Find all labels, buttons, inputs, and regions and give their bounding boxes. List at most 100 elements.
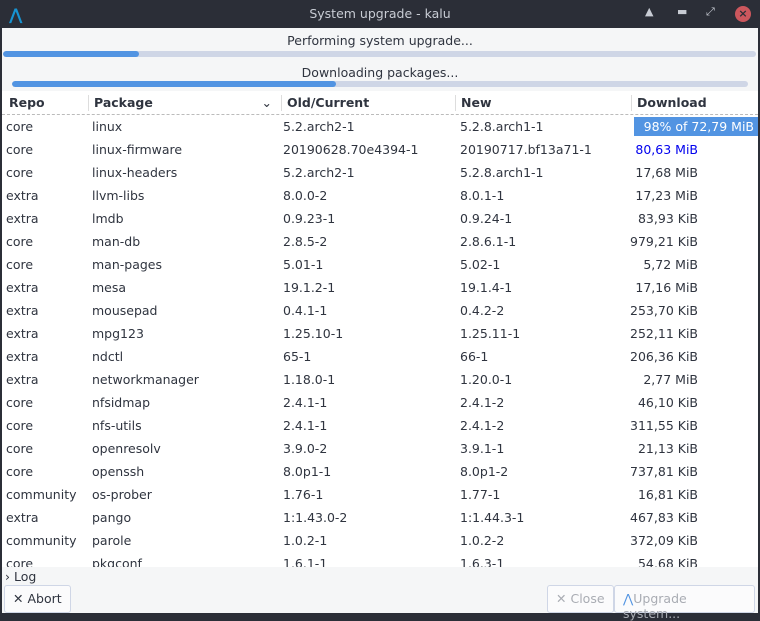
old-version-cell: 65-1 [283,349,312,364]
old-version-cell: 5.01-1 [283,257,324,272]
close-button[interactable]: ✕ Close [547,585,614,613]
upgrade-system-button[interactable]: ⋀Upgrade system... [614,585,755,621]
download-cell: 979,21 KiB [630,234,698,249]
old-version-cell: 2.8.5-2 [283,234,328,249]
table-row[interactable]: core linux-headers 5.2.arch2-1 5.2.8.arch1-… [2,161,758,184]
shade-icon[interactable]: ▲ [645,5,653,18]
old-version-cell: 20190628.70e4394-1 [283,142,419,157]
new-version-cell: 1:1.44.3-1 [460,510,525,525]
repo-cell: extra [6,211,39,226]
download-cell: 83,93 KiB [637,211,698,226]
new-version-cell: 2.8.6.1-1 [460,234,517,249]
new-version-cell: 0.4.2-2 [460,303,505,318]
package-cell: parole [92,533,132,548]
col-download[interactable]: Download [631,95,707,111]
package-cell: os-prober [92,487,152,502]
table-row[interactable]: extra pango 1:1.43.0-2 1:1.44.3-1 467,83 KiB [2,506,758,529]
sub-progress-bar [12,81,748,87]
old-version-cell: 2.4.1-1 [283,418,328,433]
new-version-cell: 19.1.4-1 [460,280,513,295]
package-cell: nfs-utils [92,418,142,433]
package-cell: man-db [92,234,141,249]
table-row[interactable]: extra lmdb 0.9.23-1 0.9.24-1 83,93 KiB [2,207,758,230]
x-icon: ✕ [556,591,567,606]
package-cell: lmdb [92,211,124,226]
new-version-cell: 1.0.2-2 [460,533,505,548]
download-cell: 17,16 MiB [635,280,698,295]
package-cell: linux-headers [92,165,178,180]
old-version-cell: 0.9.23-1 [283,211,336,226]
package-cell: pkgconf [92,556,142,567]
repo-cell: extra [6,303,39,318]
package-cell: linux [92,119,123,134]
table-row[interactable]: core linux 5.2.arch2-1 5.2.8.arch1-1 98% of … [2,115,758,138]
minimize-icon[interactable]: ▬ [677,5,687,18]
download-cell: 467,83 KiB [630,510,698,525]
old-version-cell: 1.25.10-1 [283,326,344,341]
new-version-cell: 1.20.0-1 [460,372,513,387]
log-expander[interactable]: › Log [5,569,36,584]
package-table: Repo Package ⌄ Old/Current New Download c… [2,91,758,567]
abort-button[interactable]: ✕ Abort [4,585,71,613]
download-cell: 311,55 KiB [630,418,698,433]
close-window-icon[interactable]: × [735,6,751,22]
close-label: Close [570,591,605,606]
download-cell: 17,68 MiB [635,165,698,180]
table-row[interactable]: community os-prober 1.76-1 1.77-1 16,81 KiB [2,483,758,506]
package-cell: nfsidmap [92,395,151,410]
new-version-cell: 5.2.8.arch1-1 [460,119,544,134]
table-row[interactable]: core nfs-utils 2.4.1-1 2.4.1-2 311,55 KiB [2,414,758,437]
table-row[interactable]: extra mousepad 0.4.1-1 0.4.2-2 253,70 KiB [2,299,758,322]
table-row[interactable]: extra mpg123 1.25.10-1 1.25.11-1 252,11 KiB [2,322,758,345]
old-version-cell: 5.2.arch2-1 [283,119,355,134]
maximize-icon[interactable]: ⤢ [706,5,715,19]
download-cell: 17,23 MiB [635,188,698,203]
new-version-cell: 8.0.1-1 [460,188,505,203]
package-cell: networkmanager [92,372,199,387]
download-cell: 46,10 KiB [637,395,698,410]
table-row[interactable]: extra networkmanager 1.18.0-1 1.20.0-1 2,77 … [2,368,758,391]
repo-cell: core [6,395,34,410]
col-package-label: Package [94,95,153,110]
col-new[interactable]: New [455,95,492,111]
abort-label: Abort [27,591,62,606]
arch-logo-icon: ⋀ [623,591,634,606]
main-status: Performing system upgrade... [287,33,473,48]
download-cell: 80,63 MiB [635,142,698,157]
table-row[interactable]: extra ndctl 65-1 66-1 206,36 KiB [2,345,758,368]
table-row[interactable]: extra mesa 19.1.2-1 19.1.4-1 17,16 MiB [2,276,758,299]
table-row[interactable]: core pkgconf 1.6.1-1 1.6.3-1 54,68 KiB [2,552,758,567]
new-version-cell: 1.6.3-1 [460,556,505,567]
repo-cell: community [6,487,77,502]
old-version-cell: 8.0p1-1 [283,464,332,479]
table-row[interactable]: extra llvm-libs 8.0.0-2 8.0.1-1 17,23 MiB [2,184,758,207]
table-row[interactable]: core man-db 2.8.5-2 2.8.6.1-1 979,21 KiB [2,230,758,253]
new-version-cell: 20190717.bf13a71-1 [460,142,592,157]
sort-chevron-down-icon: ⌄ [261,95,272,110]
repo-cell: core [6,257,34,272]
col-package[interactable]: Package ⌄ [88,95,278,111]
repo-cell: extra [6,326,39,341]
package-cell: man-pages [92,257,163,272]
repo-cell: extra [6,280,39,295]
download-cell: 737,81 KiB [630,464,698,479]
new-version-cell: 0.9.24-1 [460,211,513,226]
table-row[interactable]: core linux-firmware 20190628.70e4394-1 2019… [2,138,758,161]
old-version-cell: 5.2.arch2-1 [283,165,355,180]
table-row[interactable]: community parole 1.0.2-1 1.0.2-2 372,09 KiB [2,529,758,552]
repo-cell: core [6,441,34,456]
col-repo[interactable]: Repo [4,95,45,111]
new-version-cell: 5.02-1 [460,257,501,272]
new-version-cell: 1.77-1 [460,487,501,502]
chevron-right-icon: › [5,569,10,584]
sub-status: Downloading packages... [301,65,459,80]
table-row[interactable]: core nfsidmap 2.4.1-1 2.4.1-2 46,10 KiB [2,391,758,414]
new-version-cell: 2.4.1-2 [460,395,505,410]
old-version-cell: 0.4.1-1 [283,303,328,318]
download-cell: 5,72 MiB [643,257,698,272]
table-row[interactable]: core openssh 8.0p1-1 8.0p1-2 737,81 KiB [2,460,758,483]
table-row[interactable]: core openresolv 3.9.0-2 3.9.1-1 21,13 KiB [2,437,758,460]
col-old[interactable]: Old/Current [281,95,369,111]
new-version-cell: 2.4.1-2 [460,418,505,433]
table-row[interactable]: core man-pages 5.01-1 5.02-1 5,72 MiB [2,253,758,276]
